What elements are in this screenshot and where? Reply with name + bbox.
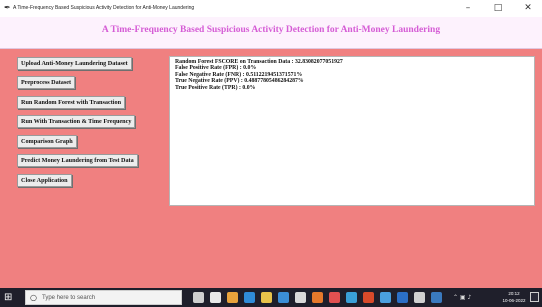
taskbar: ⊞ ○ Type here to search ⌃ ▣ ♪ 20:12 10-0…	[0, 288, 542, 307]
predict-laundering-button[interactable]: Predict Money Laundering from Test Data	[17, 154, 138, 167]
close-button[interactable]: ✕	[519, 1, 537, 15]
app-header: A Time-Frequency Based Suspicious Activi…	[0, 17, 542, 49]
run-random-forest-button[interactable]: Run Random Forest with Transaction	[17, 96, 126, 109]
mic-icon[interactable]	[193, 292, 204, 303]
comparison-graph-button[interactable]: Comparison Graph	[17, 135, 77, 148]
edge-icon[interactable]	[244, 292, 255, 303]
task-view-icon[interactable]	[210, 292, 221, 303]
clock-date: 10-06-2022	[502, 298, 526, 303]
windows-start-icon[interactable]: ⊞	[4, 291, 12, 304]
window-titlebar: ✒ A Time-Frequency Based Suspicious Acti…	[0, 0, 542, 18]
firefox-icon[interactable]	[312, 292, 323, 303]
feather-icon: ✒	[4, 3, 11, 12]
file-explorer-icon[interactable]	[261, 292, 272, 303]
clock[interactable]: 20:12 10-06-2022	[502, 290, 526, 304]
preprocess-dataset-button[interactable]: Preprocess Dataset	[17, 76, 76, 89]
upload-dataset-button[interactable]: Upload Anti-Money Laundering Dataset	[17, 57, 132, 70]
search-icon: ○	[30, 293, 37, 302]
app-icon[interactable]	[380, 292, 391, 303]
python-icon[interactable]	[431, 292, 442, 303]
maximize-button[interactable]: □	[489, 1, 507, 15]
store-icon[interactable]	[278, 292, 289, 303]
app-icon[interactable]	[346, 292, 357, 303]
window-title: A Time-Frequency Based Suspicious Activi…	[13, 5, 195, 11]
taskbar-search-input[interactable]: ○ Type here to search	[25, 290, 182, 305]
notification-icon[interactable]	[530, 292, 539, 302]
clock-time: 20:12	[508, 291, 520, 296]
minimize-button[interactable]: –	[459, 1, 477, 15]
tray-icons[interactable]: ⌃ ▣ ♪	[453, 291, 471, 304]
powerpoint-icon[interactable]	[363, 292, 374, 303]
run-time-frequency-button[interactable]: Run With Transaction & Time Frequency	[17, 115, 136, 128]
page-title: A Time-Frequency Based Suspicious Activi…	[101, 25, 441, 35]
search-placeholder: Type here to search	[42, 295, 96, 301]
app-icon[interactable]	[329, 292, 340, 303]
mail-icon[interactable]	[295, 292, 306, 303]
output-textarea[interactable]: Random Forest FSCORE on Transaction Data…	[169, 56, 535, 206]
chrome-icon[interactable]	[227, 292, 238, 303]
close-application-button[interactable]: Close Application	[17, 174, 72, 187]
word-icon[interactable]	[397, 292, 408, 303]
output-line: True Positive Rate (TPR) : 0.0%	[175, 84, 256, 91]
app-icon[interactable]	[414, 292, 425, 303]
